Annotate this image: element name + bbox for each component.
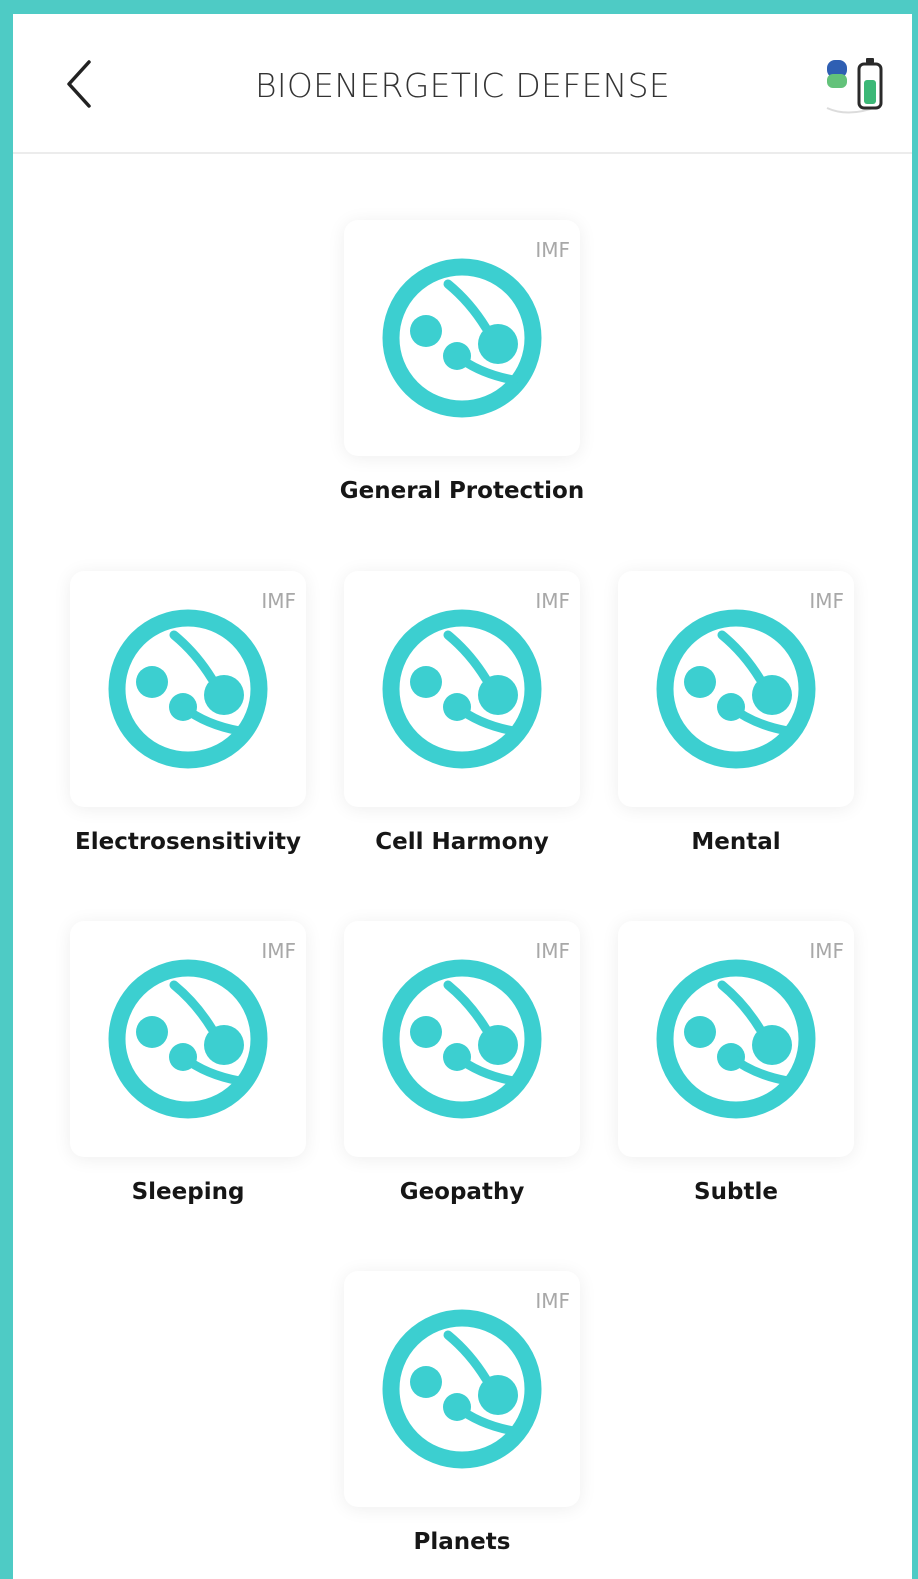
program-logo-icon bbox=[382, 959, 542, 1119]
program-tile[interactable]: IMF bbox=[344, 1271, 580, 1507]
page-title: BIOENERGETIC DEFENSE bbox=[254, 66, 671, 105]
program-logo-icon bbox=[382, 609, 542, 769]
program-logo-icon bbox=[108, 959, 268, 1119]
program-logo-icon bbox=[656, 959, 816, 1119]
program-label[interactable]: Electrosensitivity bbox=[38, 829, 338, 855]
program-tile[interactable]: IMF bbox=[70, 921, 306, 1157]
program-logo-icon bbox=[382, 258, 542, 418]
program-tile[interactable]: IMF bbox=[344, 220, 580, 456]
program-tile[interactable]: IMF bbox=[618, 571, 854, 807]
program-tile[interactable]: IMF bbox=[344, 571, 580, 807]
program-logo-icon bbox=[656, 609, 816, 769]
program-label[interactable]: Geopathy bbox=[312, 1179, 612, 1205]
program-label[interactable]: Cell Harmony bbox=[312, 829, 612, 855]
program-logo-icon bbox=[382, 1309, 542, 1469]
program-label[interactable]: Subtle bbox=[586, 1179, 886, 1205]
program-label[interactable]: General Protection bbox=[312, 478, 612, 504]
device-battery-icon bbox=[826, 58, 883, 114]
device-status-button[interactable] bbox=[819, 48, 889, 118]
program-label[interactable]: Mental bbox=[586, 829, 886, 855]
app-screen: BIOENERGETIC DEFENSE IMF General Protect… bbox=[13, 14, 912, 1579]
program-label[interactable]: Sleeping bbox=[38, 1179, 338, 1205]
program-label[interactable]: Planets bbox=[312, 1529, 612, 1555]
program-tile[interactable]: IMF bbox=[70, 571, 306, 807]
program-tile[interactable]: IMF bbox=[618, 921, 854, 1157]
app-header: BIOENERGETIC DEFENSE bbox=[13, 14, 912, 154]
program-tile[interactable]: IMF bbox=[344, 921, 580, 1157]
program-logo-icon bbox=[108, 609, 268, 769]
